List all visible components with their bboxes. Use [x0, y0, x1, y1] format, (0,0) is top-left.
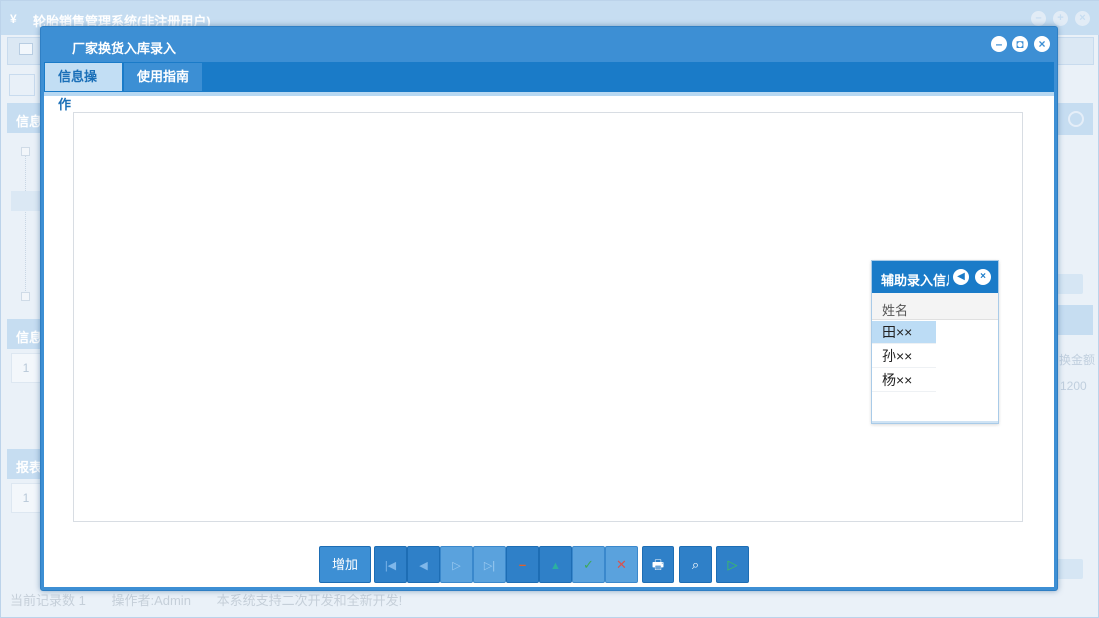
cell-amount: 1200	[1060, 379, 1087, 393]
status-operator: 操作者:Admin	[111, 593, 191, 608]
tree-expand-icon[interactable]	[21, 292, 30, 301]
tree-selected-item[interactable]	[11, 191, 41, 211]
last-record-button[interactable]: ▷|	[473, 546, 506, 583]
toolbar-checkbox[interactable]	[19, 43, 33, 55]
assist-column-header: 姓名	[872, 293, 998, 320]
minimize-icon[interactable]: –	[1031, 11, 1046, 26]
prev-record-button[interactable]: ◀	[407, 546, 440, 583]
list-item[interactable]: 杨××	[872, 369, 936, 392]
stock-in-dialog: 厂家换货入库录入 – ◘ × 信息操作 使用指南 辅助录入信息 ◀ × 姓名 田…	[40, 26, 1058, 591]
info-panel2-header: 信息	[7, 319, 43, 349]
first-record-button[interactable]: |◀	[374, 546, 407, 583]
app-logo-icon: ¥	[10, 12, 17, 26]
save-button[interactable]: ✓	[572, 546, 605, 583]
search-button[interactable]	[9, 74, 35, 96]
column-header-amount: 换金额	[1059, 353, 1096, 367]
status-bar: 当前记录数 1 操作者:Admin 本系统支持二次开发和全新开发!	[10, 590, 424, 609]
row-number: 1	[11, 353, 41, 383]
close-icon[interactable]: ×	[1075, 11, 1090, 26]
print-icon[interactable]: 🖶	[642, 546, 674, 583]
edit-button[interactable]: ▲	[539, 546, 572, 583]
collapse-left-icon[interactable]: ◀	[953, 269, 969, 285]
list-item[interactable]: 田××	[872, 321, 936, 344]
tree-line	[25, 149, 26, 299]
restore-icon[interactable]: +	[1053, 11, 1068, 26]
print-preview-icon[interactable]: ⌕	[679, 546, 712, 583]
cancel-button[interactable]: ✕	[605, 546, 638, 583]
status-notice: 本系统支持二次开发和全新开发!	[216, 593, 403, 608]
list-item[interactable]: 孙××	[872, 345, 936, 368]
maximize-icon[interactable]: ◘	[1012, 36, 1028, 52]
tab-info-operation[interactable]: 信息操作	[45, 63, 122, 112]
right-panel2-header	[1057, 305, 1093, 335]
status-record-count: 当前记录数 1	[10, 593, 86, 608]
row-number: 1	[11, 483, 41, 513]
assist-input-panel: 辅助录入信息 ◀ × 姓名 田×× 孙×× 杨××	[871, 260, 999, 424]
report-panel-label: 报表	[16, 460, 43, 475]
assist-panel-title: 辅助录入信息	[881, 273, 949, 288]
dialog-title: 厂家换货入库录入	[72, 41, 177, 56]
report-panel-header: 报表	[7, 449, 43, 479]
close-icon[interactable]: ×	[975, 269, 991, 285]
assist-panel-footer	[872, 421, 998, 423]
add-button[interactable]: 增加	[319, 546, 371, 583]
tree-expand-icon[interactable]	[21, 147, 30, 156]
dialog-body: 信息操作 使用指南 辅助录入信息 ◀ × 姓名 田×× 孙×× 杨×× 增加 |…	[44, 62, 1054, 587]
minimize-icon[interactable]: –	[991, 36, 1007, 52]
info-panel2-label: 信息	[16, 330, 43, 345]
tab-user-guide[interactable]: 使用指南	[124, 63, 202, 91]
right-panel-button[interactable]	[1057, 274, 1083, 294]
close-icon[interactable]: ×	[1034, 36, 1050, 52]
column-name-label: 姓名	[882, 303, 909, 318]
collapse-icon[interactable]	[1068, 111, 1084, 127]
tab-bar: 信息操作 使用指南	[44, 62, 1054, 112]
info-panel-label: 信息	[16, 114, 43, 129]
right-panel-button[interactable]	[1057, 559, 1083, 579]
run-icon[interactable]: ▷	[716, 546, 749, 583]
assist-panel-header: 辅助录入信息 ◀ ×	[872, 261, 998, 293]
delete-button[interactable]: –	[506, 546, 539, 583]
next-record-button[interactable]: ▷	[440, 546, 473, 583]
info-panel-header: 信息	[7, 103, 43, 133]
